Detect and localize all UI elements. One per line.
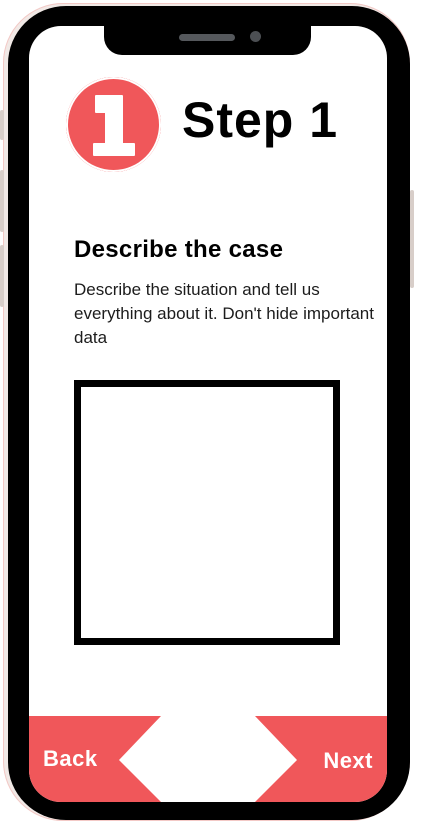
step-number-badge bbox=[66, 77, 161, 172]
case-description-field[interactable] bbox=[74, 380, 340, 645]
side-button-mute bbox=[0, 110, 4, 140]
side-button-power bbox=[410, 190, 414, 288]
section-description: Describe the situation and tell us every… bbox=[74, 280, 374, 347]
page-title: Step 1 bbox=[182, 92, 339, 148]
front-camera bbox=[250, 31, 261, 42]
back-button[interactable]: Back bbox=[43, 746, 98, 772]
side-button-volume-up bbox=[0, 170, 4, 232]
section-heading: Describe the case bbox=[74, 236, 284, 263]
phone-notch bbox=[104, 21, 311, 55]
side-button-volume-down bbox=[0, 245, 4, 307]
number-one-badge-icon bbox=[86, 92, 142, 158]
speaker-grille bbox=[179, 34, 235, 41]
next-button[interactable]: Next bbox=[323, 748, 373, 774]
bottom-navigation: Back Next bbox=[29, 716, 387, 802]
